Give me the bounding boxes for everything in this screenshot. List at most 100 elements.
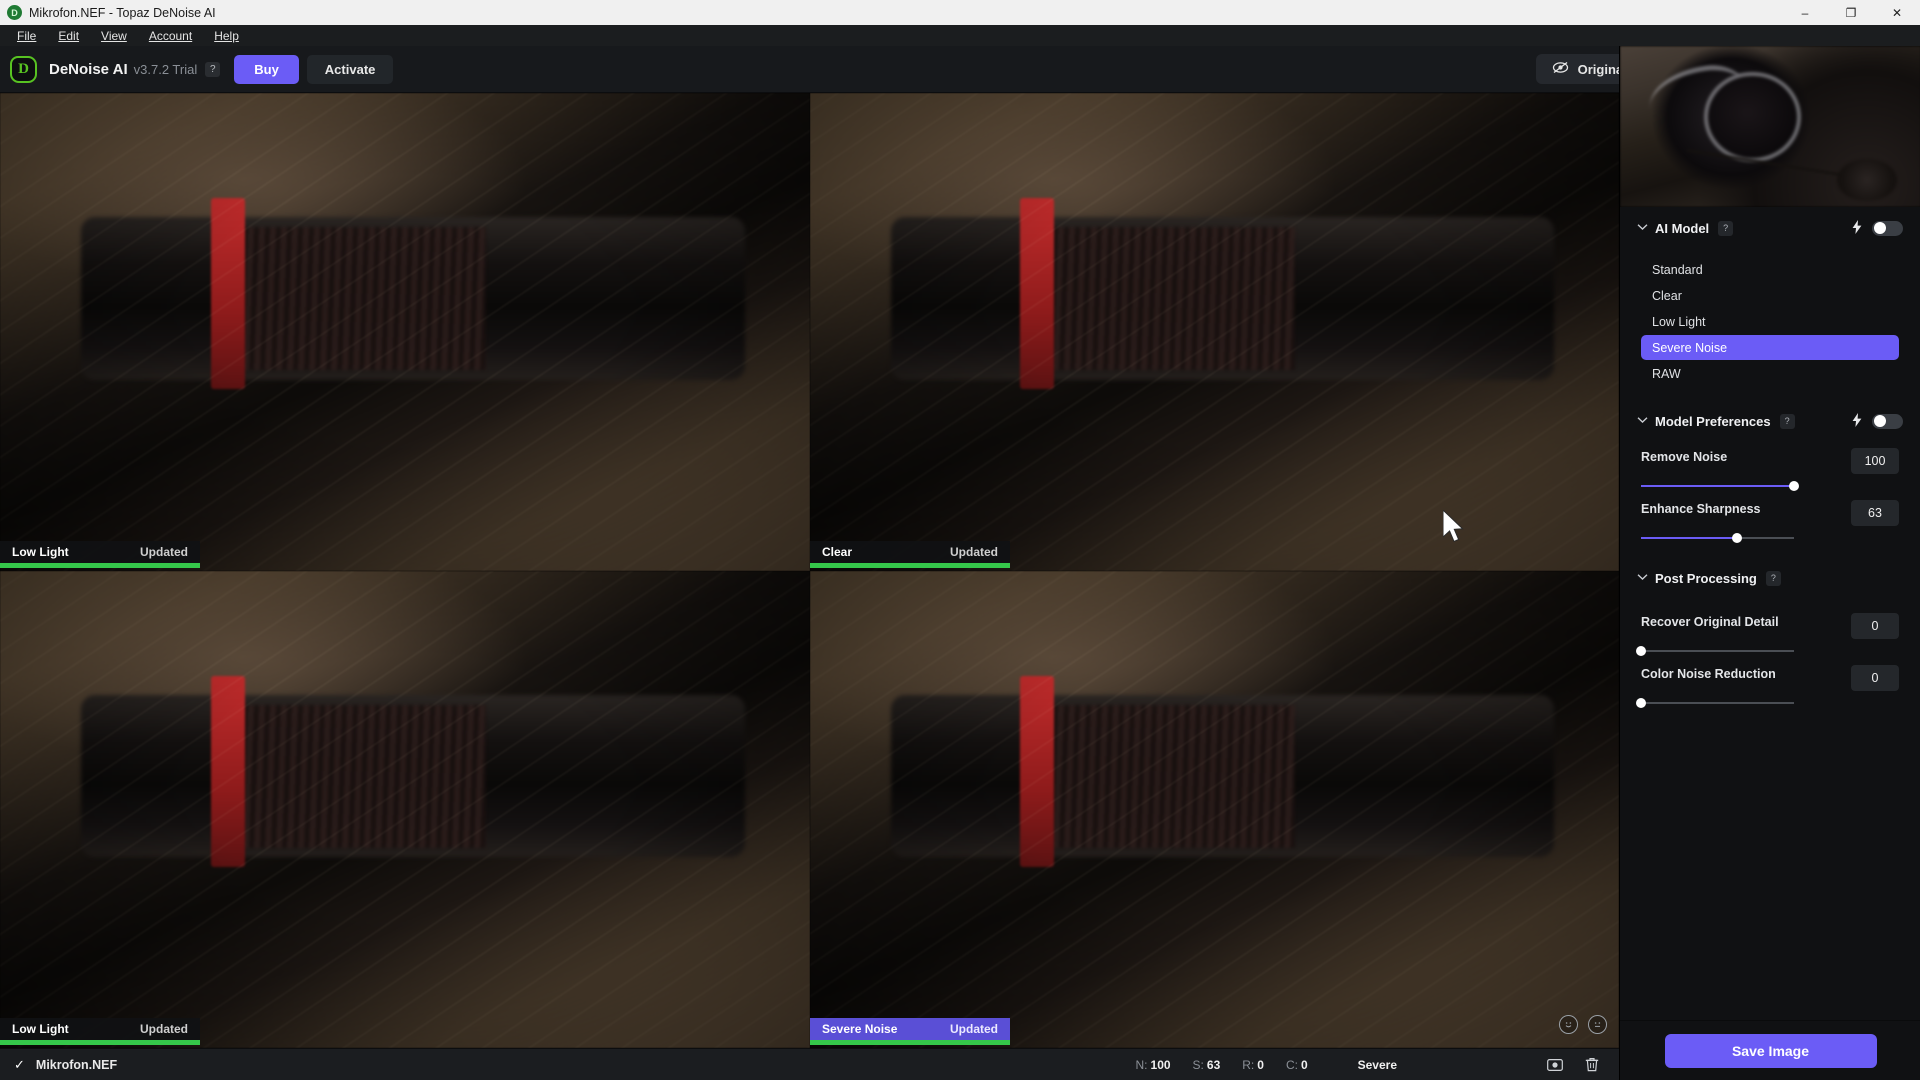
remove-noise-slider-row: Remove Noise 100 bbox=[1641, 448, 1899, 491]
save-image-button[interactable]: Save Image bbox=[1664, 1033, 1877, 1068]
panel-bottom-right[interactable]: Severe Noise Updated bbox=[810, 571, 1619, 1048]
status-model-label: Severe bbox=[1357, 1057, 1397, 1072]
panel-progress-bar bbox=[0, 563, 200, 568]
enhance-sharpness-slider-row: Enhance Sharpness 63 bbox=[1641, 500, 1899, 543]
feedback-happy-icon[interactable] bbox=[1559, 1015, 1578, 1034]
post-processing-section: Post Processing ? Recover Original Detai… bbox=[1620, 557, 1920, 708]
preview-image-icon[interactable] bbox=[1547, 1057, 1563, 1072]
panel-progress-bar bbox=[810, 563, 1010, 568]
panel-progress-bar bbox=[810, 1040, 1010, 1045]
model-option-clear[interactable]: Clear bbox=[1641, 283, 1899, 308]
model-option-standard[interactable]: Standard bbox=[1641, 257, 1899, 282]
panel-top-left[interactable]: Low Light Updated bbox=[0, 93, 810, 571]
stat-color: C: 0 bbox=[1285, 1057, 1308, 1072]
brand-area: D DeNoise AI v3.7.2 Trial ? bbox=[10, 55, 221, 83]
model-option-raw[interactable]: RAW bbox=[1641, 361, 1899, 386]
feedback-neutral-icon[interactable] bbox=[1588, 1015, 1607, 1034]
ai-model-list: Standard Clear Low Light Severe Noise RA… bbox=[1641, 257, 1899, 386]
file-chip[interactable]: ✓ Mikrofon.NEF bbox=[14, 1057, 117, 1073]
ai-model-section: AI Model ? Standard Clear Low Light Seve… bbox=[1620, 207, 1920, 386]
menu-file[interactable]: File bbox=[6, 27, 47, 45]
model-preferences-help-icon[interactable]: ? bbox=[1779, 413, 1795, 429]
save-bar: Save Image bbox=[1620, 1020, 1920, 1080]
menu-account[interactable]: Account bbox=[138, 27, 203, 45]
post-processing-header[interactable]: Post Processing ? bbox=[1637, 557, 1903, 599]
close-button[interactable]: ✕ bbox=[1874, 0, 1920, 25]
denoise-ai-window: D Mikrofon.NEF - Topaz DeNoise AI – ❐ ✕ … bbox=[0, 0, 1920, 1080]
preview-image-severe-noise bbox=[810, 571, 1619, 1048]
panel-model-name: Low Light bbox=[12, 1022, 69, 1036]
panel-bottom-left[interactable]: Low Light Updated bbox=[0, 571, 810, 1048]
panel-label-top-right: Clear Updated bbox=[810, 541, 1010, 563]
stat-sharpness: S: 63 bbox=[1192, 1057, 1221, 1072]
settings-summary: N: 100 S: 63 R: 0 C: 0 Severe bbox=[1136, 1058, 1397, 1072]
ai-model-header[interactable]: AI Model ? bbox=[1637, 207, 1903, 249]
model-preferences-auto-toggle[interactable] bbox=[1872, 413, 1903, 429]
enhance-sharpness-value[interactable]: 63 bbox=[1851, 500, 1899, 526]
delete-icon[interactable] bbox=[1585, 1057, 1599, 1072]
menu-help[interactable]: Help bbox=[203, 27, 250, 45]
status-bar-actions bbox=[1547, 1057, 1599, 1072]
minimize-button[interactable]: – bbox=[1782, 0, 1828, 25]
model-preferences-title: Model Preferences bbox=[1655, 413, 1771, 429]
panel-top-right[interactable]: Clear Updated bbox=[810, 93, 1619, 571]
recover-original-detail-value[interactable]: 0 bbox=[1851, 613, 1899, 639]
menu-view[interactable]: View bbox=[90, 27, 138, 45]
chevron-down-icon[interactable] bbox=[1637, 222, 1653, 234]
ai-model-auto-toggle[interactable] bbox=[1872, 220, 1903, 236]
model-preferences-header[interactable]: Model Preferences ? bbox=[1637, 400, 1903, 442]
app-name-label: DeNoise AI bbox=[49, 60, 128, 78]
model-preferences-section: Model Preferences ? Remove Noise 100 Enh… bbox=[1620, 400, 1920, 543]
activate-button[interactable]: Activate bbox=[306, 54, 394, 84]
navigator-thumbnail[interactable] bbox=[1620, 46, 1920, 207]
preview-image-low-light-tl bbox=[0, 93, 810, 571]
window-title: Mikrofon.NEF - Topaz DeNoise AI bbox=[29, 5, 216, 20]
eye-off-icon bbox=[1552, 61, 1569, 77]
post-processing-help-icon[interactable]: ? bbox=[1765, 570, 1781, 586]
panel-label-top-left: Low Light Updated bbox=[0, 541, 200, 563]
color-noise-reduction-slider[interactable] bbox=[1636, 698, 1794, 708]
color-noise-reduction-row: Color Noise Reduction 0 bbox=[1636, 665, 1899, 708]
chevron-down-icon[interactable] bbox=[1637, 572, 1653, 584]
panel-status: Updated bbox=[140, 1022, 188, 1036]
comparison-grid: Low Light Updated Clear Updated Low Ligh bbox=[0, 93, 1619, 1048]
chevron-down-icon[interactable] bbox=[1637, 415, 1653, 427]
auto-lightning-icon[interactable] bbox=[1852, 412, 1862, 430]
maximize-button[interactable]: ❐ bbox=[1828, 0, 1874, 25]
stat-recover: R: 0 bbox=[1242, 1057, 1264, 1072]
buy-button[interactable]: Buy bbox=[234, 54, 299, 84]
auto-lightning-icon[interactable] bbox=[1852, 219, 1862, 237]
recover-original-detail-row: Recover Original Detail 0 bbox=[1636, 613, 1899, 656]
panel-model-name: Low Light bbox=[12, 545, 69, 559]
panel-status: Updated bbox=[140, 545, 188, 559]
post-processing-title: Post Processing bbox=[1655, 570, 1757, 586]
panel-label-bottom-left: Low Light Updated bbox=[0, 1018, 200, 1040]
panel-label-bottom-right: Severe Noise Updated bbox=[810, 1018, 1010, 1040]
settings-panel: AI Model ? Standard Clear Low Light Seve… bbox=[1619, 46, 1920, 1080]
stat-noise: N: 100 bbox=[1135, 1057, 1171, 1072]
panel-status: Updated bbox=[950, 1022, 998, 1036]
feedback-group bbox=[1559, 1015, 1607, 1034]
remove-noise-label: Remove Noise bbox=[1641, 450, 1728, 464]
title-bar: D Mikrofon.NEF - Topaz DeNoise AI – ❐ ✕ bbox=[0, 0, 1920, 25]
color-noise-reduction-value[interactable]: 0 bbox=[1851, 665, 1899, 691]
recover-original-detail-slider[interactable] bbox=[1636, 646, 1794, 656]
remove-noise-slider[interactable] bbox=[1641, 481, 1799, 491]
status-bar: ✓ Mikrofon.NEF N: 100 S: 63 R: 0 C: 0 Severe bbox=[0, 1048, 1619, 1080]
menu-edit[interactable]: Edit bbox=[47, 27, 90, 45]
enhance-sharpness-slider[interactable] bbox=[1641, 533, 1794, 543]
model-option-severe-noise[interactable]: Severe Noise bbox=[1641, 335, 1899, 360]
panel-model-name: Severe Noise bbox=[822, 1022, 898, 1036]
remove-noise-value[interactable]: 100 bbox=[1851, 448, 1899, 474]
preview-image-clear bbox=[810, 93, 1619, 571]
enhance-sharpness-label: Enhance Sharpness bbox=[1641, 502, 1761, 516]
ai-model-help-icon[interactable]: ? bbox=[1718, 220, 1734, 236]
model-option-low-light[interactable]: Low Light bbox=[1641, 309, 1899, 334]
app-version-label: v3.7.2 Trial bbox=[133, 61, 198, 77]
panel-status: Updated bbox=[950, 545, 998, 559]
denoise-logo-icon: D bbox=[10, 55, 37, 83]
file-name-label: Mikrofon.NEF bbox=[35, 1057, 118, 1072]
window-controls: – ❐ ✕ bbox=[1782, 0, 1920, 25]
menu-bar: File Edit View Account Help bbox=[0, 25, 1920, 46]
toolbar-help-icon[interactable]: ? bbox=[205, 61, 221, 77]
